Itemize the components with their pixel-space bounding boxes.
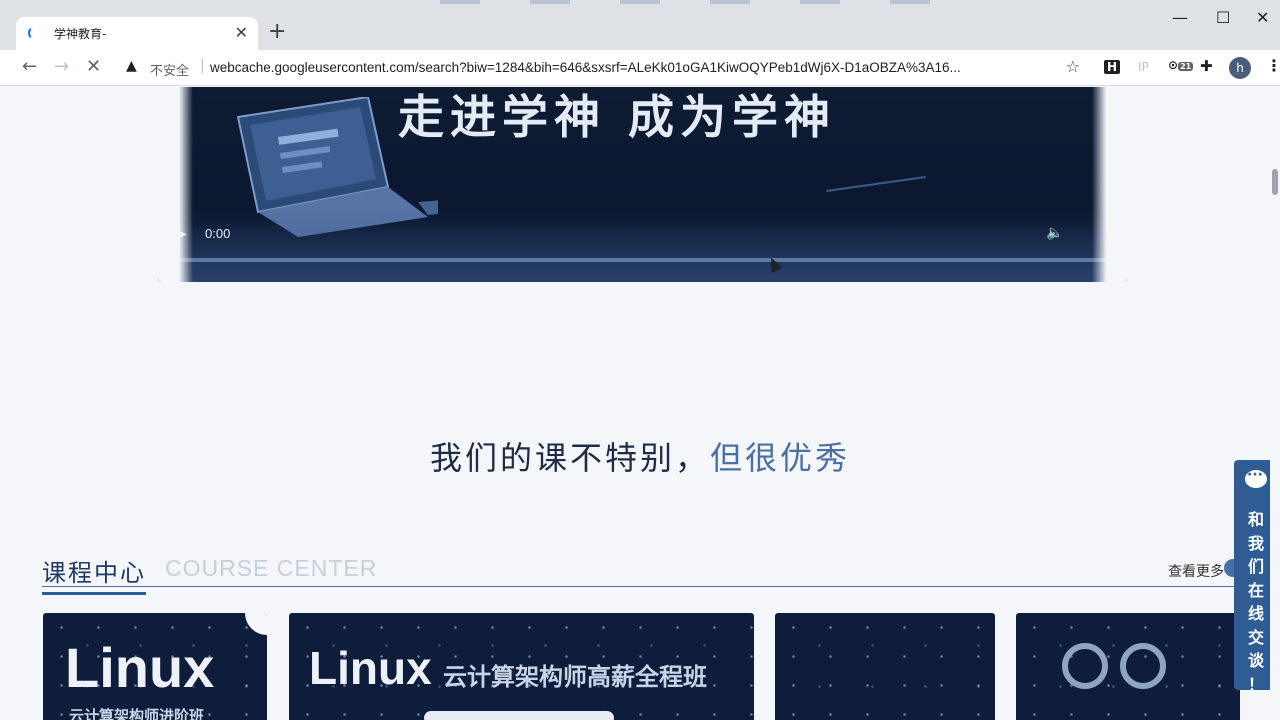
- course-card-title: Linux: [65, 636, 215, 699]
- course-card[interactable]: Linux 云计算架构师进阶班: [43, 613, 267, 720]
- course-center-header: 课程中心 COURSE CENTER 查看更多: [42, 553, 1238, 595]
- video-time: 0:00: [205, 226, 231, 241]
- film-reel-icon: [1120, 643, 1166, 689]
- bookmark-star-icon[interactable]: ☆: [1066, 57, 1080, 76]
- page-scrollbar[interactable]: [1270, 87, 1280, 720]
- tab-title: 学神教育-: [54, 27, 107, 41]
- close-window-button[interactable]: ✕: [1256, 8, 1269, 27]
- video-progress-bar[interactable]: [172, 258, 1112, 262]
- video-controls-overlay: [158, 207, 1128, 282]
- course-card[interactable]: [1016, 613, 1240, 720]
- extension-badge: 21: [1178, 62, 1194, 71]
- new-tab-button[interactable]: +: [268, 18, 286, 46]
- course-card-subtitle: 云计算架构师高薪全程班: [443, 663, 707, 691]
- scrollbar-thumb[interactable]: [1272, 169, 1278, 195]
- tab-close-icon[interactable]: ✕: [235, 23, 248, 42]
- forward-arrow-icon[interactable]: →: [54, 56, 69, 77]
- stop-loading-icon[interactable]: ✕: [86, 56, 101, 77]
- extension-ip-icon[interactable]: IP: [1138, 60, 1149, 74]
- video-edge-left: [158, 87, 193, 282]
- volume-icon[interactable]: 🔈: [1046, 225, 1063, 241]
- maximize-window-button[interactable]: ☐: [1216, 8, 1230, 27]
- course-card[interactable]: [775, 613, 995, 720]
- extensions-puzzle-icon[interactable]: ✚: [1200, 57, 1213, 75]
- course-card-title: Linux: [309, 642, 432, 694]
- course-card-subtitle: 云计算架构师进阶班: [69, 707, 205, 720]
- page-bleed-top: [440, 0, 1000, 6]
- url-text[interactable]: webcache.googleusercontent.com/search?bi…: [210, 60, 961, 75]
- slogan: 我们的课不特别，但很优秀: [0, 433, 1280, 479]
- course-card-button[interactable]: [424, 711, 614, 720]
- extension-h-icon[interactable]: H: [1104, 60, 1121, 74]
- address-separator: |: [200, 58, 205, 74]
- browser-tab[interactable]: 学神教育- ✕: [16, 17, 258, 50]
- video-headline: 走进学神 成为学神: [398, 90, 837, 144]
- view-more-link[interactable]: 查看更多: [1168, 561, 1224, 581]
- slogan-highlight: 但很优秀: [710, 439, 851, 477]
- extension-counter-icon[interactable]: ⊙ 21: [1168, 58, 1194, 72]
- film-reel-icon: [1062, 643, 1108, 689]
- address-bar[interactable]: ▲ 不安全 | webcache.googleusercontent.com/s…: [116, 54, 1090, 82]
- back-arrow-icon[interactable]: ←: [22, 56, 37, 77]
- security-label[interactable]: 不安全: [150, 60, 189, 79]
- video-edge-right: [1092, 87, 1128, 282]
- minimize-window-button[interactable]: —: [1172, 8, 1188, 27]
- browser-tab-strip: 学神教育- ✕ + — ☐ ✕: [0, 0, 1280, 50]
- card-background: [775, 613, 995, 720]
- browser-menu-icon[interactable]: ⋮: [1266, 56, 1280, 75]
- light-streak: [826, 176, 926, 192]
- loading-spinner-icon: [28, 26, 42, 40]
- profile-avatar[interactable]: h: [1229, 57, 1251, 79]
- browser-toolbar: ← → ✕ ▲ 不安全 | webcache.googleusercontent…: [0, 50, 1280, 86]
- slogan-text: 我们的课不特别，: [429, 439, 710, 477]
- course-card[interactable]: Linux 云计算架构师高薪全程班: [289, 613, 754, 720]
- chat-bubble-icon: [1245, 467, 1267, 488]
- intro-video-player[interactable]: 走进学神 成为学神 ▶ 0:00 🔈: [158, 87, 1128, 282]
- course-center-subtitle: COURSE CENTER: [165, 555, 378, 581]
- page-content: 走进学神 成为学神 ▶ 0:00 🔈 我们的课不特别，但很优秀 课程中心 COU…: [0, 87, 1280, 720]
- course-center-title: 课程中心: [42, 553, 146, 595]
- warning-triangle-icon[interactable]: ▲: [126, 58, 137, 74]
